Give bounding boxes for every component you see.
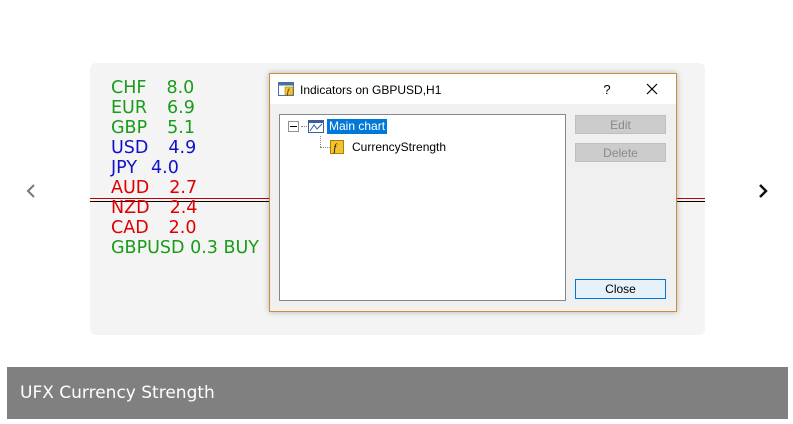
- tree-connector: [320, 147, 330, 148]
- currency-code: USD: [111, 138, 149, 158]
- currency-value: 4.9: [168, 138, 197, 158]
- currency-code: JPY: [111, 158, 138, 178]
- currency-strength-row: JPY 4.0: [111, 158, 197, 178]
- tree-connector: [301, 125, 307, 127]
- currency-strength-row: NZD 2.4: [111, 198, 197, 218]
- chart-window-icon: [308, 119, 324, 133]
- pair-signal: GBPUSD 0.3 BUY: [111, 238, 259, 258]
- currency-code: NZD: [111, 198, 150, 218]
- help-button[interactable]: ?: [593, 78, 621, 100]
- indicator-label: CurrencyStrength: [352, 139, 447, 154]
- product-title: UFX Currency Strength: [20, 383, 215, 403]
- indicators-app-icon: f: [278, 82, 294, 96]
- screenshot-slide: CHF 8.0 EUR 6.9 GBP 5.1 USD 4.9 JPY 4.0 AUD 2.7 NZD 2…: [90, 63, 705, 335]
- tree-connector: [320, 136, 321, 147]
- close-button[interactable]: Close: [575, 279, 666, 299]
- currency-code: GBP: [111, 118, 148, 138]
- dialog-close-button[interactable]: [638, 78, 666, 100]
- tree-node-main-chart[interactable]: Main chart: [288, 118, 388, 134]
- currency-strength-row: EUR 6.9: [111, 98, 197, 118]
- indicators-tree[interactable]: Main chart f CurrencyStrength: [279, 114, 566, 301]
- chevron-left-icon: [26, 184, 35, 198]
- currency-value: 8.0: [166, 78, 195, 98]
- currency-value: 2.0: [168, 218, 197, 238]
- currency-strength-row: USD 4.9: [111, 138, 197, 158]
- currency-code: CHF: [111, 78, 147, 98]
- main-chart-label: Main chart: [327, 118, 388, 134]
- tree-node-indicator[interactable]: f CurrencyStrength: [330, 139, 448, 155]
- currency-strength-row: CHF 8.0: [111, 78, 197, 98]
- edit-button[interactable]: Edit: [575, 115, 666, 134]
- delete-button[interactable]: Delete: [575, 143, 666, 162]
- close-icon: [646, 83, 658, 95]
- currency-value: 2.4: [169, 198, 198, 218]
- dialog-title: Indicators on GBPUSD,H1: [300, 83, 442, 97]
- currency-strength-row: GBP 5.1: [111, 118, 197, 138]
- currency-code: CAD: [111, 218, 149, 238]
- custom-indicator-icon: f: [330, 140, 344, 154]
- currency-code: EUR: [111, 98, 148, 118]
- next-slide-button[interactable]: [753, 178, 773, 204]
- currency-strength-list: CHF 8.0 EUR 6.9 GBP 5.1 USD 4.9 JPY 4.0 AUD 2.7 NZD 2…: [111, 78, 197, 238]
- dialog-titlebar: f Indicators on GBPUSD,H1 ?: [270, 74, 676, 104]
- currency-value: 6.9: [167, 98, 195, 118]
- currency-strength-row: AUD 2.7: [111, 178, 197, 198]
- currency-value: 5.1: [167, 118, 195, 138]
- currency-strength-row: CAD 2.0: [111, 218, 197, 238]
- prev-slide-button[interactable]: [21, 178, 41, 204]
- chevron-right-icon: [759, 184, 768, 198]
- collapse-toggle-icon[interactable]: [288, 120, 299, 132]
- currency-value: 4.0: [151, 158, 179, 178]
- currency-value: 2.7: [169, 178, 198, 198]
- caption-bar: UFX Currency Strength: [7, 367, 788, 419]
- currency-code: AUD: [111, 178, 150, 198]
- indicators-dialog: f Indicators on GBPUSD,H1 ? Main chart f…: [269, 73, 677, 312]
